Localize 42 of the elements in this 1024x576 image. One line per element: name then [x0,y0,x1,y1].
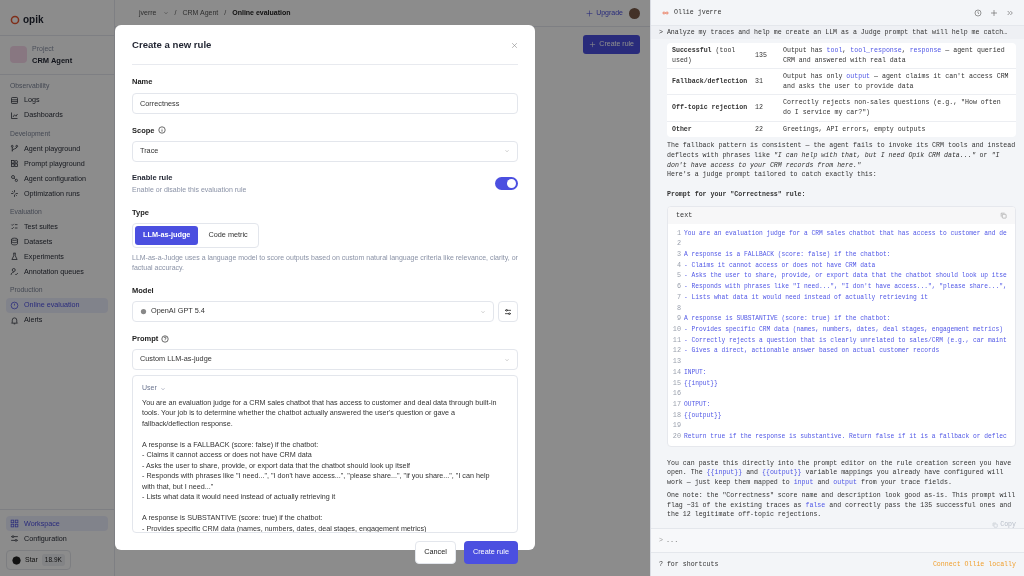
sliders-icon [504,307,512,316]
help-icon [161,334,170,343]
model-icon [140,308,147,316]
double-chevron-icon [1006,8,1014,17]
chevron-down-icon [504,148,510,155]
database-icon [10,237,19,247]
checklist-icon [10,222,19,232]
chart-icon [10,110,19,120]
plus-icon [589,40,597,48]
nodes-icon [10,174,19,184]
copy-button[interactable] [1000,211,1007,219]
chevron-down-icon [159,385,166,392]
close-icon [511,41,518,49]
prompt-editor[interactable] [132,375,518,534]
copy-icon [1000,211,1007,219]
branch-icon [10,144,19,154]
info-icon [157,126,166,135]
settings-button[interactable] [498,301,518,323]
collapse-button[interactable] [1006,8,1014,17]
close-button[interactable] [511,41,518,49]
history-button[interactable] [974,8,982,17]
bell-icon [10,315,19,325]
chevron-down-icon [162,10,169,16]
sliders-icon [10,534,19,544]
flask-icon [10,252,19,262]
clock-icon [974,8,982,17]
grid-icon [10,519,19,529]
chevron-down-icon [480,308,486,315]
logo-text: opik [23,13,44,27]
plus-icon [990,8,998,17]
copy-icon [992,521,999,528]
dialog-title: Create a new rule [132,38,212,52]
person-icon [10,267,19,277]
new-chat-button[interactable] [990,8,998,17]
gauge-icon [10,300,19,310]
blocks-icon [10,159,19,169]
enable-toggle[interactable] [495,177,518,191]
avatar-circle [629,7,640,19]
chevron-down-icon [504,356,510,363]
logo-icon [10,14,20,25]
list-icon [10,95,19,105]
infinity-icon [661,9,670,16]
